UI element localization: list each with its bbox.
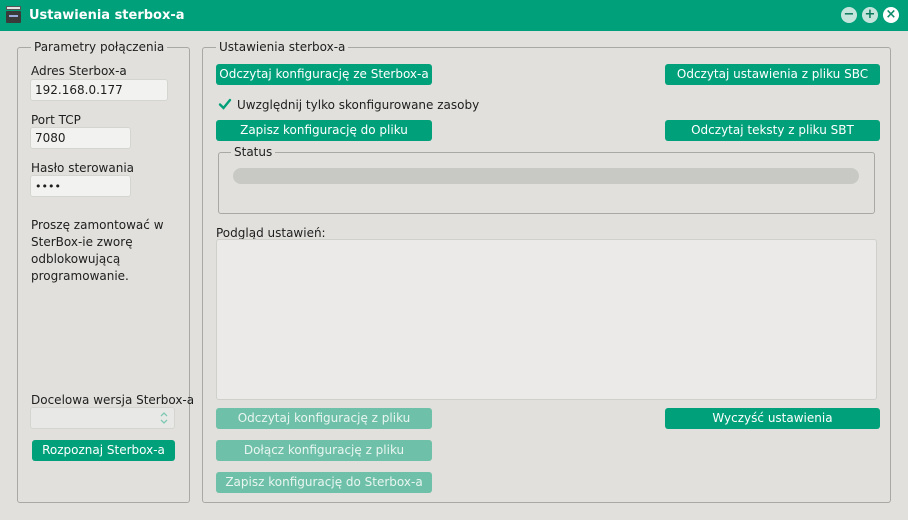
password-label: Hasło sterowania <box>31 161 135 175</box>
port-input[interactable] <box>30 127 131 149</box>
preview-textarea[interactable] <box>216 239 877 400</box>
close-button[interactable]: × <box>883 7 899 23</box>
preview-label: Podgląd ustawień: <box>216 226 326 240</box>
spinner-arrows-icon <box>160 412 168 424</box>
only-configured-checkbox[interactable] <box>218 97 232 111</box>
save-config-file-button[interactable]: Zapisz konfigurację do pliku <box>216 120 432 141</box>
minimize-button[interactable]: − <box>841 7 857 23</box>
settings-group-title: Ustawienia sterbox-a <box>216 40 349 54</box>
detect-sterbox-button[interactable]: Rozpoznaj Sterbox-a <box>32 440 175 461</box>
minimize-icon: − <box>843 7 855 22</box>
address-label: Adres Sterbox-a <box>31 64 127 78</box>
app-icon <box>6 6 21 23</box>
maximize-icon: + <box>864 7 876 22</box>
status-progress-bar <box>233 168 859 184</box>
port-label: Port TCP <box>31 113 81 127</box>
connection-group-title: Parametry połączenia <box>31 40 168 54</box>
close-icon: × <box>885 7 897 22</box>
only-configured-label[interactable]: Uwzględnij tylko skonfigurowane zasoby <box>237 98 479 112</box>
attach-config-file-button[interactable]: Dołącz konfigurację z pliku <box>216 440 432 461</box>
clear-settings-button[interactable]: Wyczyść ustawienia <box>665 408 880 429</box>
window-title: Ustawienia sterbox-a <box>29 8 185 23</box>
password-input[interactable] <box>30 175 131 197</box>
target-version-select[interactable] <box>30 407 175 429</box>
target-version-label: Docelowa wersja Sterbox-a <box>31 393 195 407</box>
read-config-sterbox-button[interactable]: Odczytaj konfigurację ze Sterbox-a <box>216 64 432 85</box>
write-config-sterbox-button[interactable]: Zapisz konfigurację do Sterbox-a <box>216 472 432 493</box>
title-bar[interactable]: Ustawienia sterbox-a − + × <box>0 0 908 31</box>
read-sbc-file-button[interactable]: Odczytaj ustawienia z pliku SBC <box>665 64 880 85</box>
address-input[interactable] <box>30 79 168 101</box>
info-text: Proszę zamontować w SterBox-ie zworę odb… <box>31 218 164 283</box>
read-config-file-button[interactable]: Odczytaj konfigurację z pliku <box>216 408 432 429</box>
read-sbt-file-button[interactable]: Odczytaj teksty z pliku SBT <box>665 120 880 141</box>
status-group-title: Status <box>231 145 276 159</box>
checkmark-icon <box>218 98 232 110</box>
maximize-button[interactable]: + <box>862 7 878 23</box>
